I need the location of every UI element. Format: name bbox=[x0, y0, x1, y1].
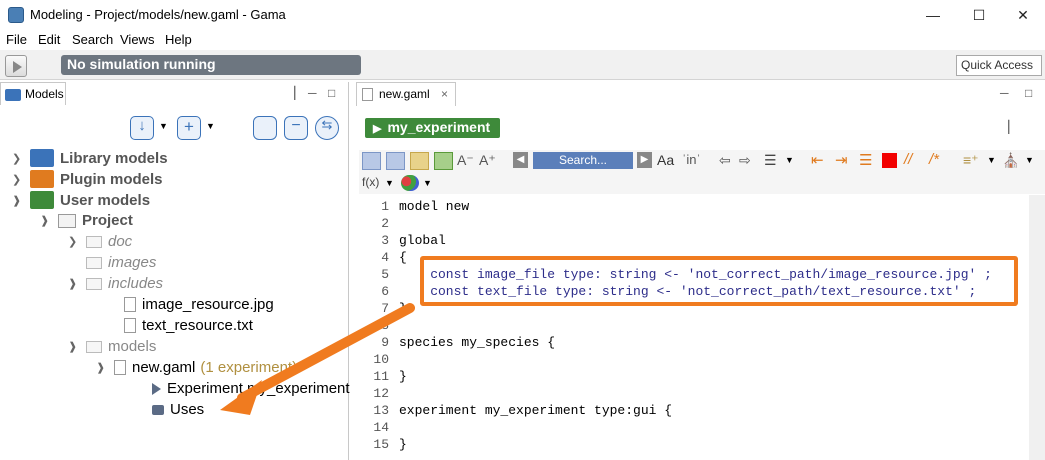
annotation-arrow bbox=[220, 303, 415, 415]
